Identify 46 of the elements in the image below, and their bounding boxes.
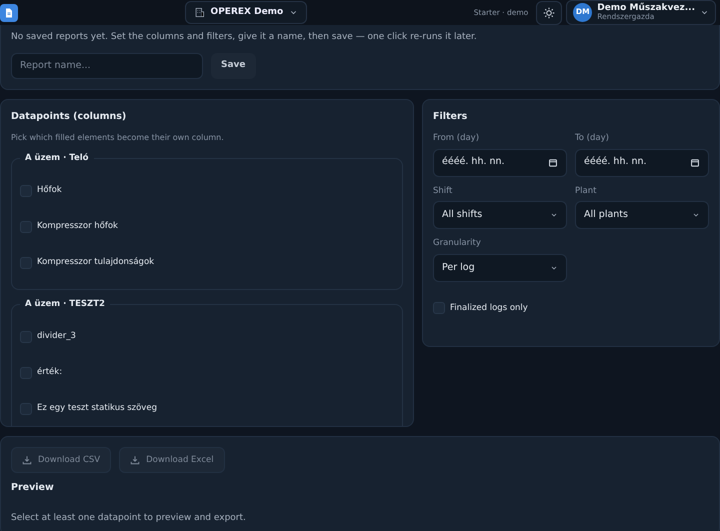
field-label: Shift — [433, 184, 454, 198]
field-label: Granularity — [433, 237, 482, 250]
checkbox[interactable] — [20, 330, 32, 343]
empty-reports-message: No saved reports yet. Set the columns and filters, give it a name, then save — one click re-runs it later. — [11, 31, 478, 44]
checkbox[interactable] — [20, 402, 32, 415]
date-field[interactable]: éééé. hh. nn. — [575, 148, 709, 176]
checkbox-label: érték: — [37, 366, 62, 380]
field-label: To (day) — [575, 132, 610, 144]
checkbox-label: Finalized logs only — [450, 302, 528, 314]
panel-title: Filters — [433, 110, 468, 124]
download-icon — [130, 454, 140, 465]
sun-icon — [543, 6, 556, 18]
calendar-icon — [690, 158, 700, 168]
checkbox[interactable] — [20, 184, 32, 197]
select-dropdown[interactable]: All plants — [575, 201, 709, 230]
user-name: Demo Műszakvez... — [597, 3, 695, 14]
select-dropdown[interactable]: Per log — [433, 254, 567, 282]
checkbox[interactable] — [433, 302, 445, 314]
chevron-down-icon — [550, 264, 558, 272]
field-label: Plant — [575, 184, 598, 198]
theme-toggle-button[interactable] — [536, 0, 562, 24]
building-icon — [194, 7, 205, 18]
preview-title: Preview — [11, 481, 55, 496]
chevron-down-icon — [692, 211, 700, 220]
checkbox[interactable] — [20, 366, 32, 379]
panel-hint: Pick which filled elements become their own column. — [11, 132, 225, 144]
save-button[interactable]: Save — [211, 52, 256, 78]
checkbox-label: Hőfok — [37, 184, 62, 198]
checkbox-label: Kompresszor tulajdonságok — [37, 256, 154, 270]
app-logo[interactable] — [0, 4, 18, 22]
panel-title: Datapoints (columns) — [11, 110, 128, 124]
checkbox[interactable] — [20, 220, 32, 233]
chevron-down-icon — [550, 211, 558, 220]
download-icon — [22, 454, 32, 465]
checkbox-label: Kompresszor hőfok — [37, 220, 118, 234]
checkbox-label: divider_3 — [37, 330, 76, 344]
report-name-field[interactable]: Report name... — [11, 52, 203, 78]
document-icon — [3, 6, 15, 18]
select-dropdown[interactable]: All shifts — [433, 201, 567, 230]
calendar-icon — [548, 158, 558, 168]
field-label: From (day) — [433, 132, 480, 144]
checkbox-label: Ez egy teszt statikus szöveg — [37, 402, 157, 416]
date-field[interactable]: éééé. hh. nn. — [433, 148, 567, 176]
preview-message: Select at least one datapoint to preview and export. — [11, 512, 247, 524]
organization-dropdown[interactable]: OPEREX Demo — [184, 0, 308, 24]
checkbox[interactable] — [20, 256, 32, 269]
